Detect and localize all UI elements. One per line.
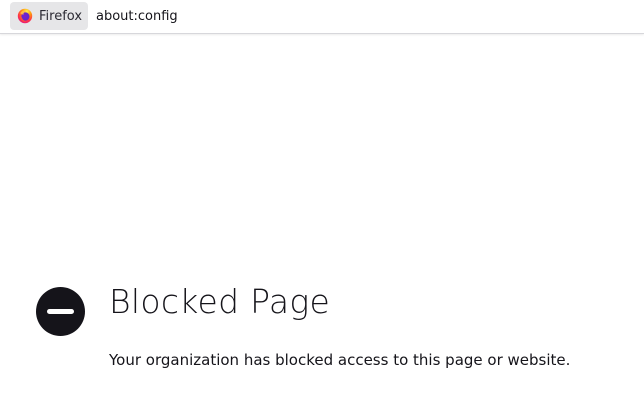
browser-window: Firefox about:config Blocked Page Your o… — [0, 0, 644, 414]
blocked-message: Your organization has blocked access to … — [109, 351, 571, 369]
url-bar[interactable]: Firefox about:config — [0, 0, 644, 34]
identity-label: Firefox — [39, 8, 83, 24]
blocked-icon — [36, 287, 85, 336]
identity-box[interactable]: Firefox — [10, 2, 88, 30]
address-input[interactable]: about:config — [96, 9, 178, 24]
firefox-icon — [17, 8, 33, 24]
page-title: Blocked Page — [109, 282, 331, 321]
